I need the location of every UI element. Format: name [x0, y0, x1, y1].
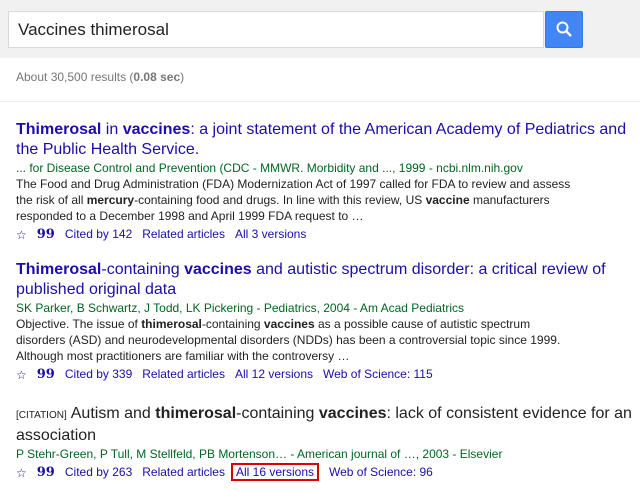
search-button[interactable]: [545, 11, 583, 48]
search-input[interactable]: [9, 12, 538, 47]
result-snippet: Objective. The issue of thimerosal-conta…: [16, 317, 561, 363]
versions-link[interactable]: All 12 versions: [235, 367, 313, 381]
star-icon[interactable]: ☆: [16, 367, 27, 383]
result-links: ☆ 99 Cited by 142 Related articles All 3 ver…: [16, 226, 636, 243]
related-articles-link[interactable]: Related articles: [142, 465, 225, 479]
result-item: [CITATION] Autism and thimerosal-containi…: [16, 404, 636, 481]
cite-icon[interactable]: 99: [37, 227, 55, 243]
star-icon[interactable]: ☆: [16, 465, 27, 481]
web-of-science-link[interactable]: Web of Science: 96: [329, 465, 433, 479]
result-item: Thimerosal in vaccines: a joint statemen…: [16, 120, 636, 243]
result-title[interactable]: Thimerosal-containing vaccines and autis…: [16, 260, 636, 300]
divider: [0, 101, 640, 102]
result-title[interactable]: Thimerosal in vaccines: a joint statemen…: [16, 120, 636, 160]
magnifier-icon: [556, 21, 572, 37]
result-authors: SK Parker, B Schwartz, J Todd, LK Picker…: [16, 301, 464, 315]
versions-link[interactable]: All 16 versions: [230, 463, 320, 481]
result-item: Thimerosal-containing vaccines and autis…: [16, 260, 636, 383]
versions-link[interactable]: All 3 versions: [235, 227, 306, 241]
cited-by-link[interactable]: Cited by 142: [65, 227, 132, 241]
result-authors: ... for Disease Control and Prevention (…: [16, 161, 523, 175]
result-title[interactable]: [CITATION] Autism and thimerosal-containi…: [16, 404, 636, 446]
related-articles-link[interactable]: Related articles: [142, 367, 225, 381]
star-icon[interactable]: ☆: [16, 227, 27, 243]
result-authors: P Stehr-Green, P Tull, M Stellfeld, PB M…: [16, 447, 503, 461]
cite-icon[interactable]: 99: [37, 465, 55, 481]
cite-icon[interactable]: 99: [37, 367, 55, 383]
cited-by-link[interactable]: Cited by 263: [65, 465, 132, 479]
result-snippet: The Food and Drug Administration (FDA) M…: [16, 177, 571, 223]
cited-by-link[interactable]: Cited by 339: [65, 367, 132, 381]
citation-tag: [CITATION]: [16, 410, 67, 421]
search-box[interactable]: [8, 11, 544, 48]
result-links: ☆ 99 Cited by 339 Related articles All 12 ve…: [16, 366, 636, 383]
related-articles-link[interactable]: Related articles: [142, 227, 225, 241]
search-header: [0, 0, 640, 58]
result-links: ☆ 99 Cited by 263 Related articles All 16 ve…: [16, 463, 636, 481]
web-of-science-link[interactable]: Web of Science: 115: [323, 367, 433, 381]
result-stats: About 30,500 results (0.08 sec): [16, 70, 185, 84]
